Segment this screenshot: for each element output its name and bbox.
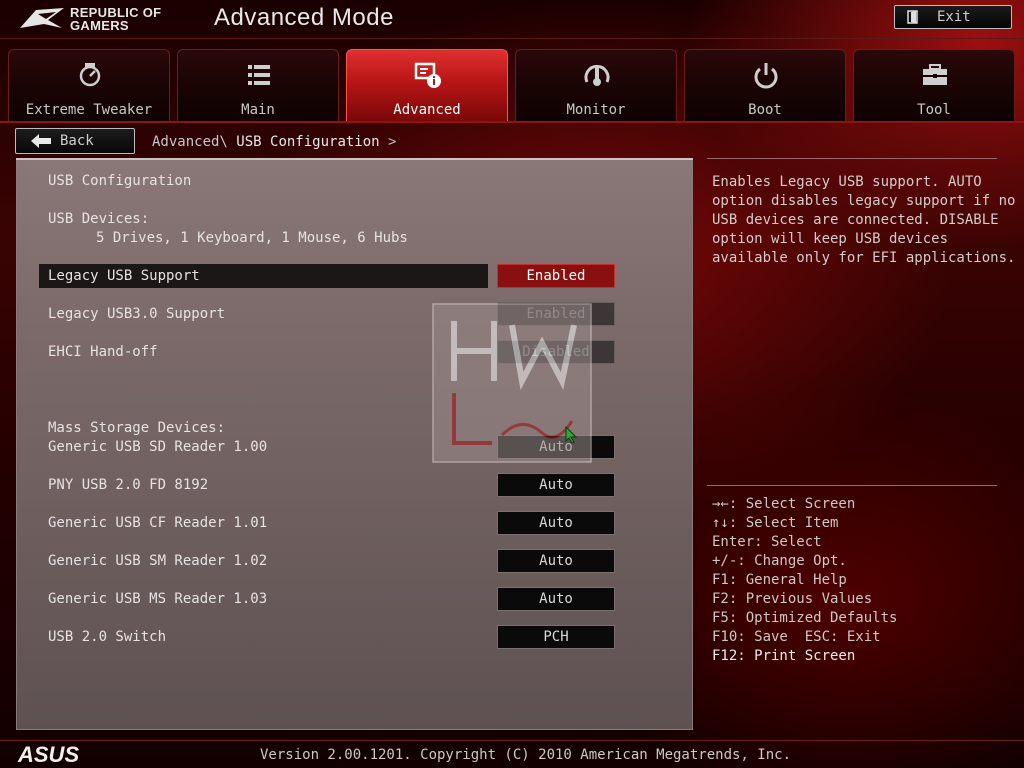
setting-value-ms-reader[interactable]: Auto bbox=[497, 587, 615, 611]
key-select-screen: →←: Select Screen bbox=[712, 496, 856, 512]
tab-bar-divider bbox=[0, 121, 1024, 123]
rog-logo: REPUBLIC OF GAMERS bbox=[18, 4, 178, 34]
help-mid-divider bbox=[707, 485, 997, 486]
setting-label-usb2-switch[interactable]: USB 2.0 Switch bbox=[48, 629, 166, 645]
tab-monitor[interactable]: Monitor bbox=[515, 49, 677, 121]
svg-text:ASUS: ASUS bbox=[17, 742, 79, 766]
mass-storage-label: Mass Storage Devices: bbox=[48, 420, 226, 436]
setting-label-ehci-hand-off[interactable]: EHCI Hand-off bbox=[48, 344, 158, 360]
back-button[interactable]: Back bbox=[15, 128, 135, 154]
help-top-divider bbox=[707, 158, 997, 159]
tab-extreme-tweaker[interactable]: Extreme Tweaker bbox=[8, 49, 170, 121]
tab-main[interactable]: Main bbox=[177, 49, 339, 121]
brand-line-2: GAMERS bbox=[70, 18, 129, 33]
setting-label-cf-reader[interactable]: Generic USB CF Reader 1.01 bbox=[48, 515, 267, 531]
exit-button[interactable]: Exit bbox=[894, 5, 1012, 29]
breadcrumb-advanced[interactable]: Advanced\ bbox=[152, 134, 228, 150]
tab-label: Main bbox=[241, 102, 275, 118]
help-description: Enables Legacy USB support. AUTO option … bbox=[712, 174, 1016, 266]
setting-value-sm-reader[interactable]: Auto bbox=[497, 549, 615, 573]
tab-label: Tool bbox=[917, 102, 951, 118]
page-title: Advanced Mode bbox=[214, 4, 394, 31]
key-general-help: F1: General Help bbox=[712, 572, 847, 588]
setting-value-pny-fd[interactable]: Auto bbox=[497, 473, 615, 497]
asus-logo: ASUS bbox=[17, 742, 79, 766]
tab-tool[interactable]: Tool bbox=[853, 49, 1015, 121]
rog-eye-icon bbox=[20, 8, 64, 28]
key-previous-values: F2: Previous Values bbox=[712, 591, 873, 607]
back-arrow-icon bbox=[31, 134, 51, 148]
breadcrumb: Advanced\ USB Configuration > bbox=[152, 134, 396, 150]
setting-value-legacy-usb-support[interactable]: Enabled bbox=[497, 264, 615, 288]
tab-label: Extreme Tweaker bbox=[25, 102, 153, 118]
advanced-info-icon bbox=[414, 62, 441, 88]
setting-label-legacy-usb3-support[interactable]: Legacy USB3.0 Support bbox=[48, 306, 225, 322]
list-icon bbox=[248, 65, 270, 85]
version-text: Version 2.00.1201. Copyright (C) 2010 Am… bbox=[260, 747, 792, 763]
key-enter-select: Enter: Select bbox=[712, 534, 822, 550]
tab-boot[interactable]: Boot bbox=[684, 49, 846, 121]
extreme-tweaker-icon bbox=[79, 63, 101, 87]
setting-label-pny-fd[interactable]: PNY USB 2.0 FD 8192 bbox=[48, 477, 208, 493]
key-print-screen: F12: Print Screen bbox=[712, 648, 856, 664]
tab-label: Monitor bbox=[566, 102, 626, 118]
usb-devices-label: USB Devices: bbox=[48, 211, 150, 227]
power-icon bbox=[754, 63, 778, 89]
setting-value-cf-reader[interactable]: Auto bbox=[497, 511, 615, 535]
tab-advanced[interactable]: Advanced bbox=[346, 49, 508, 121]
thermometer-gauge-icon bbox=[584, 64, 610, 86]
tab-label: Boot bbox=[748, 102, 782, 118]
mouse-cursor-icon bbox=[565, 426, 577, 444]
setting-label-ms-reader[interactable]: Generic USB MS Reader 1.03 bbox=[48, 591, 267, 607]
brand-text: REPUBLIC OF GAMERS bbox=[70, 6, 161, 32]
breadcrumb-chevron: > bbox=[388, 134, 397, 150]
toolbox-icon bbox=[923, 64, 947, 85]
key-legend: →←: Select Screen ↑↓: Select Item Enter:… bbox=[712, 495, 1012, 666]
exit-door-icon bbox=[907, 10, 918, 24]
usb-devices-value: 5 Drives, 1 Keyboard, 1 Mouse, 6 Hubs bbox=[96, 230, 408, 246]
setting-label-legacy-usb-support[interactable]: Legacy USB Support bbox=[48, 268, 200, 284]
back-label: Back bbox=[60, 133, 94, 149]
key-select-item: ↑↓: Select Item bbox=[712, 515, 839, 531]
key-save-exit: F10: Save ESC: Exit bbox=[712, 629, 881, 645]
breadcrumb-usb-configuration: USB Configuration bbox=[236, 134, 380, 150]
section-title: USB Configuration bbox=[48, 173, 192, 189]
setting-label-sm-reader[interactable]: Generic USB SM Reader 1.02 bbox=[48, 553, 267, 569]
tab-label: Advanced bbox=[393, 102, 461, 118]
setting-label-sd-reader[interactable]: Generic USB SD Reader 1.00 bbox=[48, 439, 267, 455]
key-change-option: +/-: Change Opt. bbox=[712, 553, 847, 569]
main-tabs: Extreme Tweaker Main Advanced Monitor Bo… bbox=[8, 49, 1016, 121]
key-optimized-defaults: F5: Optimized Defaults bbox=[712, 610, 898, 626]
footer-divider bbox=[0, 740, 1024, 741]
panel-top-border bbox=[16, 158, 693, 160]
header-divider bbox=[0, 38, 1024, 39]
header: REPUBLIC OF GAMERS Advanced Mode Exit bbox=[0, 0, 1024, 38]
setting-value-usb2-switch[interactable]: PCH bbox=[497, 625, 615, 649]
exit-label: Exit bbox=[937, 9, 971, 25]
